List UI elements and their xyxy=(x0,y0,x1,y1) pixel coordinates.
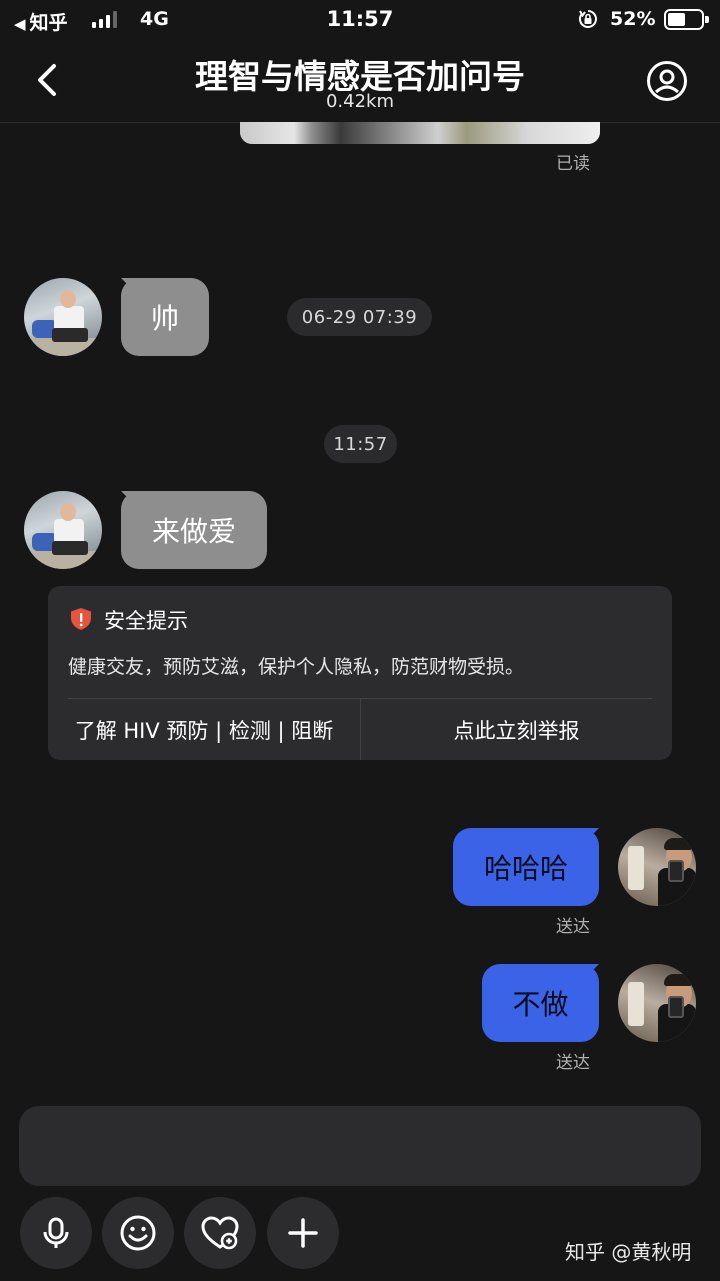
message-input[interactable] xyxy=(19,1106,701,1186)
shield-warning-icon xyxy=(71,608,91,630)
report-link[interactable]: 点此立刻举报 xyxy=(361,699,672,760)
profile-icon[interactable] xyxy=(646,60,688,102)
message-bubble-outgoing[interactable]: 哈哈哈 xyxy=(453,828,599,906)
hiv-info-link[interactable]: 了解 HIV 预防 | 检测 | 阻断 xyxy=(48,699,360,760)
safety-tip-title: 安全提示 xyxy=(104,609,188,633)
voice-button[interactable] xyxy=(20,1197,92,1269)
image-message-preview[interactable] xyxy=(240,122,600,144)
chat-header: 理智与情感是否加问号 0.42km xyxy=(0,40,720,123)
heart-icon xyxy=(201,1216,239,1250)
message-timestamp: 06-29 07:39 xyxy=(287,298,432,336)
emoji-icon xyxy=(120,1215,156,1251)
watermark: 知乎 @黄秋明 xyxy=(565,1240,692,1264)
message-bubble-incoming[interactable]: 帅 xyxy=(121,278,209,356)
plus-icon xyxy=(288,1218,318,1248)
safety-tip-body: 健康交友，预防艾滋，保护个人隐私，防范财物受损。 xyxy=(68,656,525,678)
delivery-status: 送达 xyxy=(556,917,590,937)
my-avatar[interactable] xyxy=(618,964,696,1042)
rotation-lock-icon xyxy=(578,10,597,28)
battery-percent: 52% xyxy=(610,8,656,30)
safety-tip-card: 安全提示 健康交友，预防艾滋，保护个人隐私，防范财物受损。 了解 HIV 预防 … xyxy=(48,586,672,760)
contact-avatar[interactable] xyxy=(24,491,102,569)
my-avatar[interactable] xyxy=(618,828,696,906)
time-separator: 11:57 xyxy=(324,425,397,463)
delivery-status: 送达 xyxy=(556,1053,590,1073)
battery-icon xyxy=(664,9,709,30)
contact-avatar[interactable] xyxy=(24,278,102,356)
favorite-button[interactable] xyxy=(184,1197,256,1269)
more-button[interactable] xyxy=(267,1197,339,1269)
microphone-icon xyxy=(43,1217,69,1248)
message-bubble-outgoing[interactable]: 不做 xyxy=(482,964,599,1042)
read-status: 已读 xyxy=(556,154,590,174)
emoji-button[interactable] xyxy=(102,1197,174,1269)
message-bubble-incoming[interactable]: 来做爱 xyxy=(121,491,267,569)
status-bar: ◀ 知乎 4G 11:57 52% xyxy=(0,0,720,40)
chat-distance: 0.42km xyxy=(325,91,395,112)
